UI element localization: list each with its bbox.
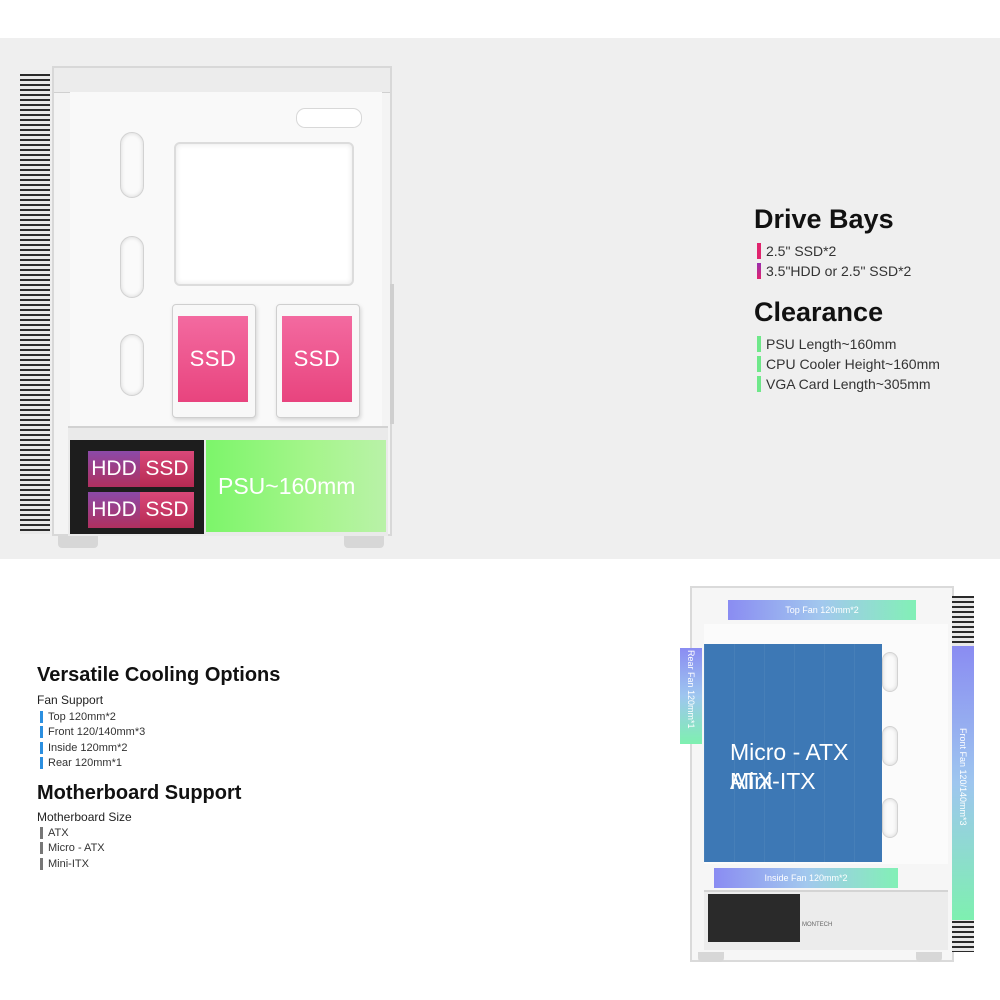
spec-item: Mini-ITX: [40, 856, 105, 872]
spec-text: Mini-ITX: [48, 857, 89, 870]
spec-item: Inside 120mm*2: [40, 740, 145, 756]
cable-grommet: [120, 334, 144, 396]
cooling-heading: Versatile Cooling Options: [37, 664, 281, 686]
front-fan-label: Front Fan 120/140mm*3: [958, 728, 968, 826]
ssd-label: SSD: [145, 498, 189, 521]
hdd-label: HDD: [91, 457, 137, 480]
cpu-cutout: [174, 142, 354, 286]
spec-text: Inside 120mm*2: [48, 741, 128, 754]
drive-bays-heading: Drive Bays: [754, 204, 894, 234]
ssd-tray-1: SSD: [178, 316, 248, 402]
spec-bullet: [757, 376, 761, 392]
top-cutout: [296, 108, 362, 128]
spec-bullet: [757, 356, 761, 372]
motherboard-line: Micro - ATX: [730, 739, 849, 765]
spec-bullet: [40, 757, 43, 770]
pc-case-front-view: Front Fan 120/140mm*3 Top Fan 120mm*2 Re…: [676, 586, 980, 962]
case-side-grille: [20, 74, 50, 534]
cable-grommet: [882, 726, 898, 766]
case-foot: [698, 952, 724, 962]
cable-grommet: [882, 798, 898, 838]
spec-text: 2.5" SSD*2: [766, 243, 837, 259]
drive-bays-list: 2.5" SSD*2 3.5"HDD or 2.5" SSD*2: [757, 241, 911, 281]
brand-logo: MONTECH: [802, 922, 833, 928]
spec-item: Front 120/140mm*3: [40, 725, 145, 741]
ssd-bay-1: SSD: [140, 451, 194, 487]
spec-item: Micro - ATX: [40, 841, 105, 857]
spec-item: 3.5"HDD or 2.5" SSD*2: [757, 261, 911, 281]
spec-text: Front 120/140mm*3: [48, 726, 146, 739]
spec-bullet: [40, 710, 43, 723]
case-top-rail: [54, 68, 390, 93]
spec-bullet: [40, 857, 43, 870]
motherboard-heading: Motherboard Support: [37, 782, 242, 804]
clearance-heading: Clearance: [754, 297, 884, 327]
ssd-bay-2: SSD: [140, 492, 194, 528]
hdd-label: HDD: [91, 498, 137, 521]
ssd-tray-2: SSD: [282, 316, 352, 402]
spec-item: CPU Cooler Height~160mm: [757, 354, 940, 374]
spec-text: Top 120mm*2: [48, 710, 116, 723]
case-foot: [916, 952, 942, 962]
spec-bullet: [40, 826, 43, 839]
fan-support-label: Fan Support: [37, 693, 104, 707]
cable-grommet: [120, 132, 144, 198]
spec-text: Micro - ATX: [48, 842, 105, 855]
spec-bullet: [40, 726, 43, 739]
spec-bullet: [40, 741, 43, 754]
pc-case-side-view: SSD SSD HDD SSD HDD SSD PSU~160mm: [20, 66, 394, 548]
cooling-list: Top 120mm*2 Front 120/140mm*3 Inside 120…: [40, 709, 145, 771]
motherboard-line: Mini-ITX: [730, 768, 816, 794]
clearance-list: PSU Length~160mm CPU Cooler Height~160mm…: [757, 334, 940, 394]
inside-fan-label: Inside Fan 120mm*2: [764, 873, 848, 883]
ssd-label: SSD: [145, 457, 189, 480]
motherboard-size-label: Motherboard Size: [37, 810, 132, 824]
spec-item: ATX: [40, 825, 105, 841]
motherboard-list: ATX Micro - ATX Mini-ITX: [40, 825, 105, 872]
hdd-bay-1: HDD: [88, 451, 140, 487]
psu-unit: [708, 894, 800, 942]
hdd-bay-2: HDD: [88, 492, 140, 528]
top-fan-label: Top Fan 120mm*2: [785, 605, 859, 615]
rear-fan-label: Rear Fan 120mm*1: [686, 650, 696, 729]
spec-item: PSU Length~160mm: [757, 334, 940, 354]
ssd-label: SSD: [293, 346, 341, 371]
spec-bullet: [40, 842, 43, 855]
spec-text: ATX: [48, 826, 69, 839]
ssd-label: SSD: [189, 346, 237, 371]
spec-text: PSU Length~160mm: [766, 336, 897, 352]
spec-text: 3.5"HDD or 2.5" SSD*2: [766, 263, 912, 279]
case-foot: [58, 536, 98, 548]
spec-text: VGA Card Length~305mm: [766, 376, 931, 392]
spec-item: VGA Card Length~305mm: [757, 374, 940, 394]
cable-grommet: [882, 652, 898, 692]
spec-item: Top 120mm*2: [40, 709, 145, 725]
psu-area: PSU~160mm: [206, 440, 386, 532]
cable-grommet: [120, 236, 144, 298]
spec-bullet: [757, 263, 761, 279]
inside-fan-bar: Inside Fan 120mm*2: [714, 868, 898, 888]
top-fan-bar: Top Fan 120mm*2: [728, 600, 916, 620]
spec-text: CPU Cooler Height~160mm: [766, 356, 940, 372]
case-foot: [344, 536, 384, 548]
side-vent: [390, 284, 394, 424]
spec-bullet: [757, 243, 761, 259]
spec-bullet: [757, 336, 761, 352]
spec-item: 2.5" SSD*2: [757, 241, 911, 261]
psu-label: PSU~160mm: [218, 472, 356, 499]
spec-item: Rear 120mm*1: [40, 756, 145, 772]
spec-text: Rear 120mm*1: [48, 757, 122, 770]
